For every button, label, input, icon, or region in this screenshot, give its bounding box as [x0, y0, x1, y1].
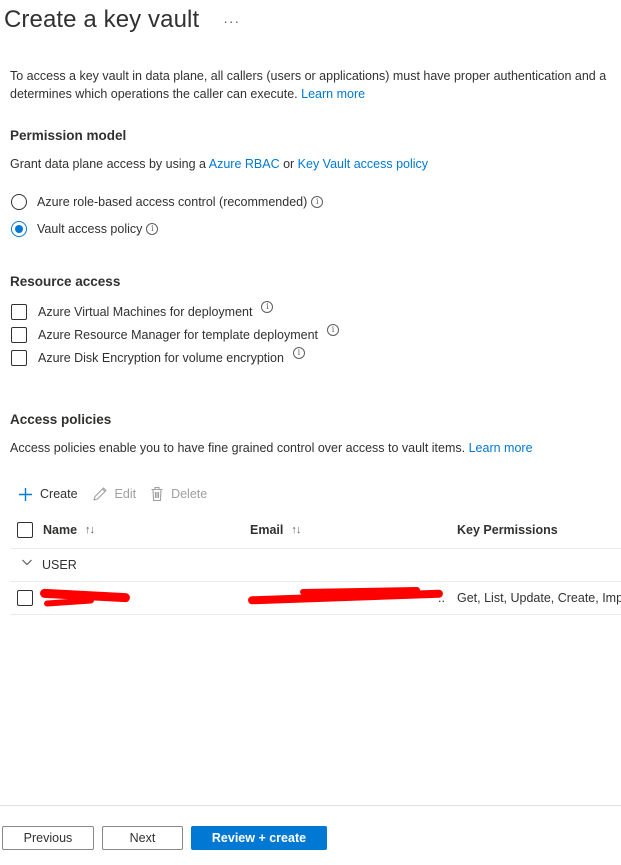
permission-desc-mid: or: [279, 157, 298, 171]
column-header-email[interactable]: Email ↑↓: [250, 523, 301, 537]
create-button-label: Create: [40, 487, 78, 501]
create-button[interactable]: Create: [18, 487, 78, 502]
radio-rbac-label: Azure role-based access control (recomme…: [37, 195, 308, 209]
trash-icon: [151, 486, 163, 502]
access-policies-learn-more-link[interactable]: Learn more: [469, 441, 533, 455]
intro-text: To access a key vault in data plane, all…: [10, 67, 621, 103]
grid-header: Name ↑↓ Email ↑↓ Key Permissions: [10, 514, 621, 549]
info-icon[interactable]: i: [311, 196, 324, 208]
sort-icon[interactable]: ↑↓: [291, 524, 301, 536]
group-row-user[interactable]: USER: [10, 549, 621, 582]
column-header-email-label: Email: [250, 523, 284, 537]
column-header-key-permissions[interactable]: Key Permissions: [457, 523, 558, 537]
page-title: Create a key vault: [4, 6, 200, 33]
radio-rbac[interactable]: Azure role-based access control (recomme…: [11, 194, 324, 210]
column-header-name-label: Name: [43, 523, 78, 537]
radio-circle-vault-access-policy[interactable]: [11, 221, 27, 237]
info-icon[interactable]: i: [146, 223, 159, 235]
checkbox-arm-template[interactable]: Azure Resource Manager for template depl…: [11, 324, 340, 343]
intro-line-2: determines which operations the caller c…: [10, 85, 621, 103]
checkbox-box[interactable]: [11, 350, 27, 366]
checkbox-disk-encryption-label: Azure Disk Encryption for volume encrypt…: [38, 351, 284, 365]
key-vault-access-policy-link[interactable]: Key Vault access policy: [298, 157, 428, 171]
azure-rbac-link[interactable]: Azure RBAC: [209, 157, 280, 171]
access-policies-grid: Name ↑↓ Email ↑↓ Key Permissions USER ..: [10, 514, 621, 615]
select-all-checkbox[interactable]: [17, 522, 33, 538]
title-row: Create a key vault ···: [4, 6, 240, 34]
checkbox-vm-deployment[interactable]: Azure Virtual Machines for deployment i: [11, 301, 274, 320]
group-name: USER: [42, 558, 77, 572]
review-create-button[interactable]: Review + create: [191, 826, 327, 850]
intro-line-1: To access a key vault in data plane, all…: [10, 69, 607, 83]
pencil-icon: [92, 487, 107, 501]
column-header-key-permissions-label: Key Permissions: [457, 523, 558, 537]
column-header-name[interactable]: Name ↑↓: [43, 523, 95, 537]
checkbox-box[interactable]: [11, 304, 27, 320]
access-policies-toolbar: Create Edit Delete: [18, 486, 221, 502]
checkbox-disk-encryption[interactable]: Azure Disk Encryption for volume encrypt…: [11, 347, 305, 366]
permission-model-heading: Permission model: [10, 128, 127, 143]
info-icon[interactable]: i: [327, 324, 340, 336]
footer: Previous Next Review + create: [0, 805, 621, 865]
resource-access-heading: Resource access: [10, 274, 121, 289]
previous-button[interactable]: Previous: [2, 826, 94, 850]
intro-learn-more-link[interactable]: Learn more: [301, 87, 365, 101]
info-icon[interactable]: i: [292, 347, 305, 359]
radio-vault-access-policy[interactable]: Vault access policy i: [11, 221, 159, 237]
chevron-down-icon[interactable]: [21, 556, 33, 571]
edit-button-label: Edit: [114, 487, 137, 501]
plus-icon: [19, 487, 32, 501]
info-icon[interactable]: i: [261, 301, 274, 313]
key-permissions-cell: Get, List, Update, Create, Imp: [457, 591, 621, 605]
create-key-vault-page: Create a key vault ··· To access a key v…: [0, 0, 621, 865]
radio-circle-rbac[interactable]: [11, 194, 27, 210]
permission-desc-prefix: Grant data plane access by using a: [10, 157, 209, 171]
redacted-name-stroke: [43, 597, 95, 607]
intro-line-2-text: determines which operations the caller c…: [10, 87, 298, 101]
sort-icon[interactable]: ↑↓: [85, 524, 95, 536]
access-policies-desc-text: Access policies enable you to have fine …: [10, 441, 466, 455]
email-cell-tail: ..: [438, 591, 445, 605]
permission-model-description: Grant data plane access by using a Azure…: [10, 157, 428, 171]
access-policies-heading: Access policies: [10, 412, 112, 427]
checkbox-vm-deployment-label: Azure Virtual Machines for deployment: [38, 305, 253, 319]
row-checkbox[interactable]: [17, 590, 33, 606]
checkbox-arm-template-label: Azure Resource Manager for template depl…: [38, 328, 319, 342]
checkbox-box[interactable]: [11, 327, 27, 343]
edit-button[interactable]: Edit: [92, 486, 137, 502]
delete-button-label: Delete: [171, 487, 208, 501]
radio-vault-access-policy-label: Vault access policy: [37, 222, 143, 236]
more-options-button[interactable]: ···: [223, 13, 240, 29]
table-row[interactable]: .. Get, List, Update, Create, Imp: [10, 582, 621, 615]
access-policies-description: Access policies enable you to have fine …: [10, 441, 533, 455]
delete-button[interactable]: Delete: [150, 486, 207, 502]
next-button[interactable]: Next: [102, 826, 183, 850]
